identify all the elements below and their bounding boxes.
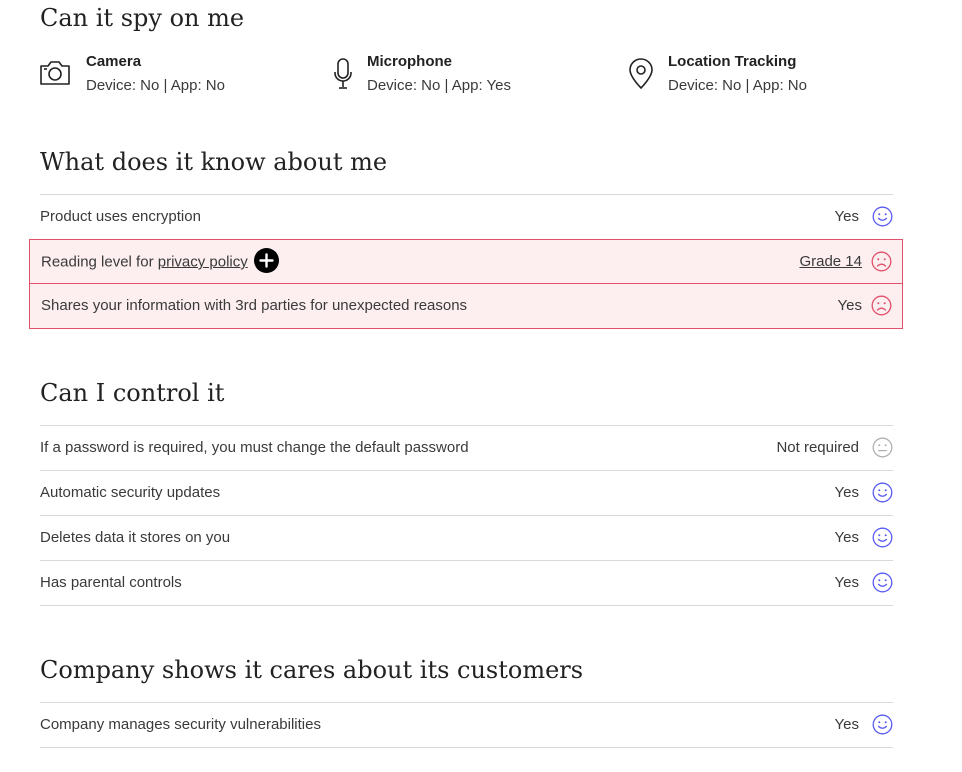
row-label: If a password is required, you must chan… — [40, 439, 469, 456]
happy-face-icon — [872, 527, 893, 548]
know-heading: What does it know about me — [40, 148, 388, 176]
happy-face-icon — [872, 206, 893, 227]
spy-item-location-tracking: Location Tracking Device: No | App: No — [628, 53, 888, 97]
row-value: Yes — [834, 484, 859, 501]
table-row: Automatic security updates Yes — [40, 470, 893, 515]
spy-item-camera: Camera Device: No | App: No — [39, 53, 299, 97]
company-table: Company manages security vulnerabilities… — [40, 702, 893, 748]
spy-item-title: Location Tracking — [668, 53, 797, 70]
spy-heading: Can it spy on me — [40, 4, 245, 32]
row-label: Shares your information with 3rd parties… — [41, 297, 468, 314]
sad-face-icon — [871, 251, 892, 272]
expand-button[interactable] — [253, 248, 279, 273]
row-value: Yes — [837, 297, 862, 314]
row-label: Has parental controls — [40, 574, 182, 591]
happy-face-icon — [872, 482, 893, 503]
spy-item-microphone: Microphone Device: No | App: Yes — [333, 53, 593, 97]
location-pin-icon — [628, 58, 654, 95]
row-label: Company manages security vulnerabilities — [40, 716, 321, 733]
neutral-face-icon — [872, 437, 893, 458]
row-value: Yes — [834, 574, 859, 591]
sad-face-icon — [871, 295, 892, 316]
spy-item-status: Device: No | App: No — [668, 77, 807, 94]
table-row: Deletes data it stores on you Yes — [40, 515, 893, 560]
table-row-warning: Shares your information with 3rd parties… — [29, 284, 903, 329]
spy-item-title: Microphone — [367, 53, 452, 70]
row-label: Automatic security updates — [40, 484, 221, 501]
microphone-icon — [333, 58, 353, 95]
row-label: Product uses encryption — [40, 208, 201, 225]
camera-icon — [39, 60, 71, 91]
company-heading: Company shows it cares about its custome… — [40, 656, 584, 684]
spy-item-status: Device: No | App: No — [86, 77, 225, 94]
spy-item-status: Device: No | App: Yes — [367, 77, 511, 94]
table-row: Product uses encryption Yes — [40, 194, 893, 239]
happy-face-icon — [872, 714, 893, 735]
table-row: Has parental controls Yes — [40, 560, 893, 606]
spy-item-title: Camera — [86, 53, 142, 70]
table-row-warning: Reading level for privacy policy Grade 1… — [29, 239, 903, 284]
privacy-policy-link[interactable]: privacy policy — [158, 253, 248, 270]
table-row: Company manages security vulnerabilities… — [40, 702, 893, 748]
know-table: Product uses encryption Yes Reading leve… — [29, 194, 903, 329]
row-value: Yes — [834, 208, 859, 225]
row-value: Yes — [834, 529, 859, 546]
plus-icon — [259, 253, 274, 268]
row-label: Deletes data it stores on you — [40, 529, 231, 546]
grade-link[interactable]: Grade 14 — [799, 253, 862, 270]
control-heading: Can I control it — [40, 379, 225, 407]
control-table: If a password is required, you must chan… — [40, 425, 893, 606]
row-label-prefix: Reading level for — [41, 253, 158, 271]
happy-face-icon — [872, 572, 893, 593]
row-value: Yes — [834, 716, 859, 733]
table-row: If a password is required, you must chan… — [40, 425, 893, 470]
row-value: Not required — [776, 439, 859, 456]
row-label: Reading level for privacy policy — [41, 248, 279, 275]
